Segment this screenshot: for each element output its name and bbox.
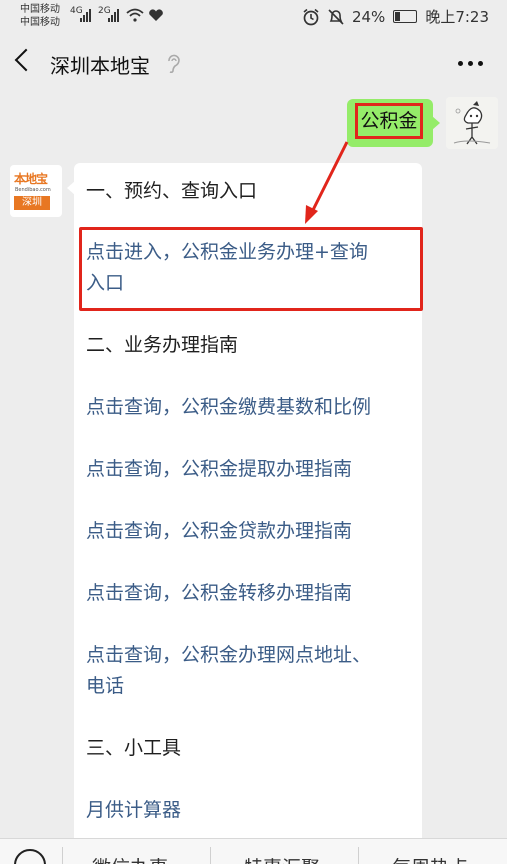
menu-divider [210, 847, 211, 864]
chat-title: 深圳本地宝 [50, 54, 150, 78]
signal-icon [108, 9, 119, 22]
wifi-icon [126, 8, 144, 22]
link-loan-guide[interactable]: 点击查询，公积金贷款办理指南 [86, 516, 416, 547]
status-right: 24% 晚上7:23 [302, 6, 489, 27]
status-bar: 中国移动 中国移动 4G 2G 24% 晚上7:23 [0, 0, 507, 34]
bot-avatar[interactable]: 本地宝 Bendibao.com 深圳 [10, 165, 62, 217]
logo-city-badge: 深圳 [14, 196, 50, 210]
mute-bell-icon [328, 8, 344, 25]
menu-divider [358, 847, 359, 864]
user-avatar[interactable] [446, 97, 498, 149]
heart-icon [149, 9, 163, 21]
signal-icon [80, 9, 91, 22]
menu-item-special-offers[interactable]: 特惠汇聚 [244, 853, 320, 864]
link-booking-query-cont[interactable]: 入口 [86, 268, 416, 299]
section-heading-3: 三、小工具 [86, 737, 182, 759]
carrier-2: 中国移动 [20, 17, 60, 28]
section-heading-1: 一、预约、查询入口 [86, 180, 258, 202]
sent-message-text: 公积金 [355, 103, 423, 139]
link-transfer-guide[interactable]: 点击查询，公积金转移办理指南 [86, 578, 416, 609]
link-withdrawal-guide[interactable]: 点击查询，公积金提取办理指南 [86, 454, 416, 485]
link-service-outlets-cont[interactable]: 电话 [86, 671, 416, 702]
menu-item-weekly-hot[interactable]: 每周热点 [392, 853, 468, 864]
nav-bar: 深圳本地宝 [0, 34, 507, 94]
more-icon[interactable] [458, 61, 483, 66]
menu-item-wechat-service[interactable]: 微信办事 [92, 853, 168, 864]
cartoon-avatar-icon [446, 97, 498, 149]
link-mortgage-calculator[interactable]: 月供计算器 [86, 795, 416, 826]
logo-text: 本地宝 [14, 172, 48, 186]
sent-message-bubble[interactable]: 公积金 [347, 99, 440, 147]
earpiece-icon [168, 54, 180, 73]
bottom-menu-bar: 微信办事 特惠汇聚 每周热点 [0, 838, 507, 864]
battery-percent: 24% [351, 7, 386, 26]
received-message-bubble: 一、预约、查询入口 点击进入，公积金业务办理+查询 入口 二、业务办理指南 点击… [67, 163, 423, 863]
link-booking-query[interactable]: 点击进入，公积金业务办理+查询 [86, 237, 416, 268]
back-icon[interactable] [14, 48, 38, 72]
carrier-1: 中国移动 [20, 4, 60, 15]
carrier-labels: 中国移动 中国移动 [20, 3, 60, 29]
link-service-outlets[interactable]: 点击查询，公积金办理网点地址、 [86, 640, 416, 671]
section-heading-2: 二、业务办理指南 [86, 334, 239, 356]
battery-icon [393, 10, 418, 23]
menu-divider [62, 847, 63, 864]
clock: 晚上7:23 [425, 8, 489, 26]
alarm-icon [303, 8, 319, 25]
keyboard-icon[interactable] [14, 849, 46, 864]
link-contribution-base[interactable]: 点击查询，公积金缴费基数和比例 [86, 392, 416, 423]
logo-url: Bendibao.com [15, 187, 51, 193]
